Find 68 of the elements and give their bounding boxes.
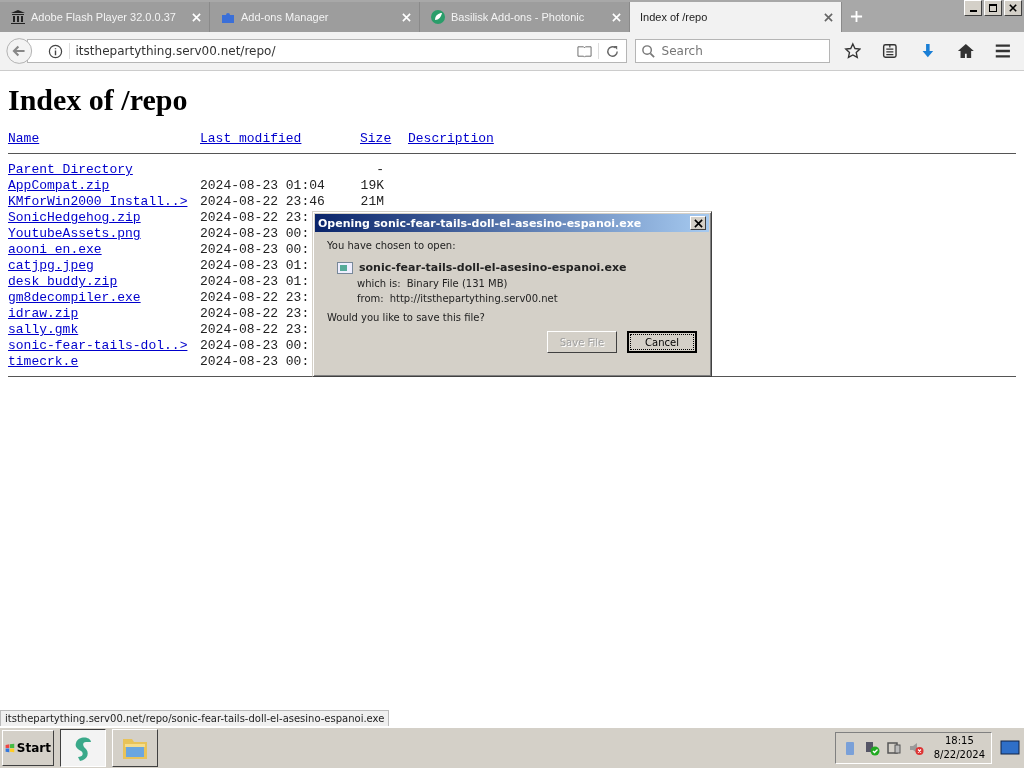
file-link[interactable]: desk buddy.zip — [8, 274, 118, 289]
network-check-icon[interactable] — [863, 740, 880, 756]
page-heading: Index of /repo — [8, 83, 189, 117]
file-icon — [337, 261, 353, 274]
modified-date: 2024-08-23 01: — [200, 274, 310, 289]
file-size: 21M — [360, 194, 384, 209]
close-button[interactable] — [690, 216, 706, 230]
meta-label: which is: — [357, 278, 401, 289]
monitor-icon[interactable] — [885, 740, 902, 756]
file-size: 19K — [360, 178, 384, 193]
modified-date: 2024-08-23 00: — [200, 354, 310, 369]
search-field[interactable]: Search — [634, 39, 830, 63]
show-desktop-icon[interactable] — [1000, 740, 1020, 756]
file-link[interactable]: Parent Directory — [8, 162, 133, 177]
dialog-question: Would you like to save this file? — [327, 312, 486, 323]
reader-view-icon[interactable] — [576, 43, 592, 59]
file-link[interactable]: sally.gmk — [8, 322, 79, 337]
source-url: http://itsthepartything.serv00.net — [389, 293, 558, 304]
start-button[interactable]: Start — [2, 730, 54, 766]
file-link[interactable]: AppCompat.zip — [8, 178, 110, 193]
modified-date: 2024-08-23 01: — [200, 258, 310, 273]
dialog-title: Opening sonic-fear-tails-doll-el-asesino-espanoi.exe — [318, 216, 642, 230]
modified-date: 2024-08-22 23: — [200, 210, 310, 225]
columns-icon — [10, 9, 26, 25]
meta-label: from: — [357, 293, 384, 304]
column-header-link[interactable]: Description — [408, 131, 1016, 147]
file-link[interactable]: aooni en.exe — [8, 242, 102, 257]
modified-date: 2024-08-23 00: — [200, 226, 310, 241]
address-bar[interactable]: itsthepartything.serv00.net/repo/ — [26, 39, 627, 63]
file-link[interactable]: YoutubeAssets.png — [8, 226, 141, 241]
column-header-link[interactable]: Name — [8, 131, 200, 147]
file-name: sonic-fear-tails-doll-el-asesino-espanoi.exe — [359, 261, 627, 274]
clock-time: 18:15 — [944, 734, 974, 748]
modified-date: 2024-08-22 23: — [200, 290, 310, 305]
column-header-link[interactable]: Last modified — [200, 131, 352, 147]
home-icon[interactable] — [956, 41, 975, 61]
browser-tab[interactable]: Index of /repo — [630, 2, 842, 32]
file-size: - — [376, 162, 384, 177]
minimize-icon[interactable] — [964, 0, 982, 16]
file-type: Binary File (131 MB) — [406, 278, 508, 289]
file-link[interactable]: gm8decompiler.exe — [8, 290, 141, 305]
file-link[interactable]: idraw.zip — [8, 306, 79, 321]
clock-date: 8/22/2024 — [933, 748, 985, 762]
speaker-muted-icon[interactable] — [907, 740, 924, 756]
modified-date: 2024-08-22 23: — [200, 306, 310, 321]
search-icon — [640, 43, 656, 59]
file-link[interactable]: KMforWin2000 Install..> — [8, 194, 188, 209]
modified-date: 2024-08-22 23:46 — [200, 194, 325, 209]
file-link[interactable]: catjpg.jpeg — [8, 258, 94, 273]
modified-date: 2024-08-23 00: — [200, 338, 310, 353]
file-link[interactable]: timecrk.e — [8, 354, 79, 369]
file-link[interactable]: SonicHedgehog.zip — [8, 210, 141, 225]
reload-icon[interactable] — [604, 43, 620, 59]
dialog-intro: You have chosen to open: — [327, 240, 457, 251]
column-header-link[interactable]: Size — [360, 131, 408, 147]
taskbar-app-button[interactable] — [60, 729, 106, 767]
back-button[interactable] — [6, 36, 33, 66]
dialog-button[interactable]: Cancel — [627, 331, 697, 353]
modified-date: 2024-08-23 01:04 — [200, 178, 325, 193]
modified-date: 2024-08-22 23: — [200, 322, 310, 337]
status-link-tooltip: itsthepartything.serv00.net/repo/sonic-fear-tails-doll-el-asesino-espanoi.exe — [0, 710, 390, 726]
restore-icon[interactable] — [984, 0, 1002, 16]
bookmark-star-icon[interactable] — [843, 41, 862, 61]
reading-list-icon[interactable] — [881, 41, 899, 61]
modified-date: 2024-08-23 00: — [200, 242, 310, 257]
leaf-icon — [430, 9, 446, 25]
info-icon — [47, 43, 63, 59]
file-link[interactable]: sonic-fear-tails-dol..> — [8, 338, 188, 353]
